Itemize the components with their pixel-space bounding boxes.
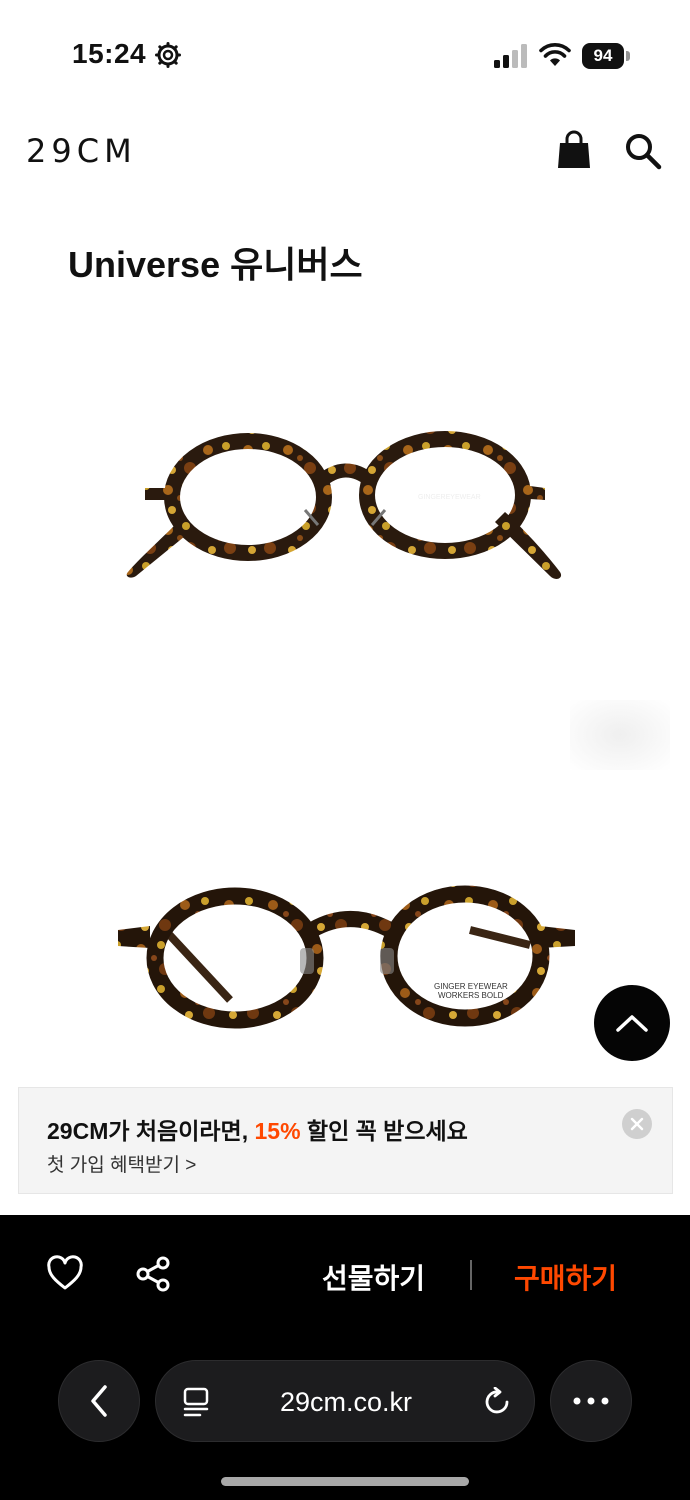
- bottom-action-bar: 선물하기 구매하기 29cm.co.kr: [0, 1215, 690, 1500]
- close-banner-button[interactable]: [622, 1109, 652, 1139]
- product-image-top-view[interactable]: GINGEREYEWEAR: [0, 400, 690, 620]
- frame-brand-text: GINGEREYEWEAR: [418, 494, 481, 501]
- action-divider: [470, 1260, 472, 1290]
- address-bar[interactable]: 29cm.co.kr: [155, 1360, 535, 1442]
- promo-headline-suffix: 할인 꼭 받으세요: [300, 1118, 468, 1144]
- signup-benefit-link[interactable]: 첫 가입 혜택받기 >: [47, 1150, 196, 1177]
- battery-level: 94: [582, 43, 624, 69]
- promo-headline: 29CM가 처음이라면, 15% 할인 꼭 받으세요: [47, 1112, 468, 1146]
- signup-promo-banner[interactable]: 29CM가 처음이라면, 15% 할인 꼭 받으세요 첫 가입 혜택받기 >: [18, 1087, 673, 1194]
- wifi-icon: [539, 43, 571, 66]
- close-icon: [630, 1117, 644, 1131]
- heart-icon[interactable]: [46, 1255, 84, 1291]
- product-title: Universe 유니버스: [68, 244, 363, 285]
- url-text[interactable]: 29cm.co.kr: [156, 1387, 536, 1418]
- scroll-to-top-button[interactable]: [594, 985, 670, 1061]
- app-header: 29CM: [0, 118, 690, 188]
- chevron-left-icon: [91, 1385, 107, 1417]
- chevron-up-icon: [616, 1015, 648, 1032]
- battery-tip: [626, 51, 630, 61]
- ellipsis-icon: [573, 1397, 609, 1405]
- browser-back-button[interactable]: [58, 1360, 140, 1442]
- buy-button[interactable]: 구매하기: [514, 1257, 617, 1297]
- frame-brand-text-a: GINGER EYEWEAR: [434, 982, 508, 991]
- home-indicator[interactable]: [221, 1477, 469, 1486]
- cellular-signal-icon: [494, 44, 527, 68]
- product-image-front-view[interactable]: GINGER EYEWEAR WORKERS BOLD: [0, 850, 690, 1060]
- logo[interactable]: 29CM: [26, 132, 137, 170]
- promo-discount: 15%: [254, 1118, 301, 1144]
- status-bar: 15:24 94: [0, 0, 690, 110]
- more-options-button[interactable]: [550, 1360, 632, 1442]
- gear-icon: [155, 42, 181, 68]
- battery-indicator: 94: [582, 43, 630, 69]
- share-icon[interactable]: [134, 1255, 172, 1293]
- status-time: 15:24: [72, 38, 147, 69]
- gift-button[interactable]: 선물하기: [322, 1257, 425, 1297]
- promo-headline-prefix: 29CM가 처음이라면,: [47, 1118, 255, 1144]
- shopping-bag-icon[interactable]: [556, 130, 592, 170]
- reload-icon[interactable]: [483, 1387, 513, 1417]
- image-background-haze: [570, 700, 670, 770]
- search-icon[interactable]: [624, 132, 662, 170]
- frame-brand-text-b: WORKERS BOLD: [438, 991, 504, 1000]
